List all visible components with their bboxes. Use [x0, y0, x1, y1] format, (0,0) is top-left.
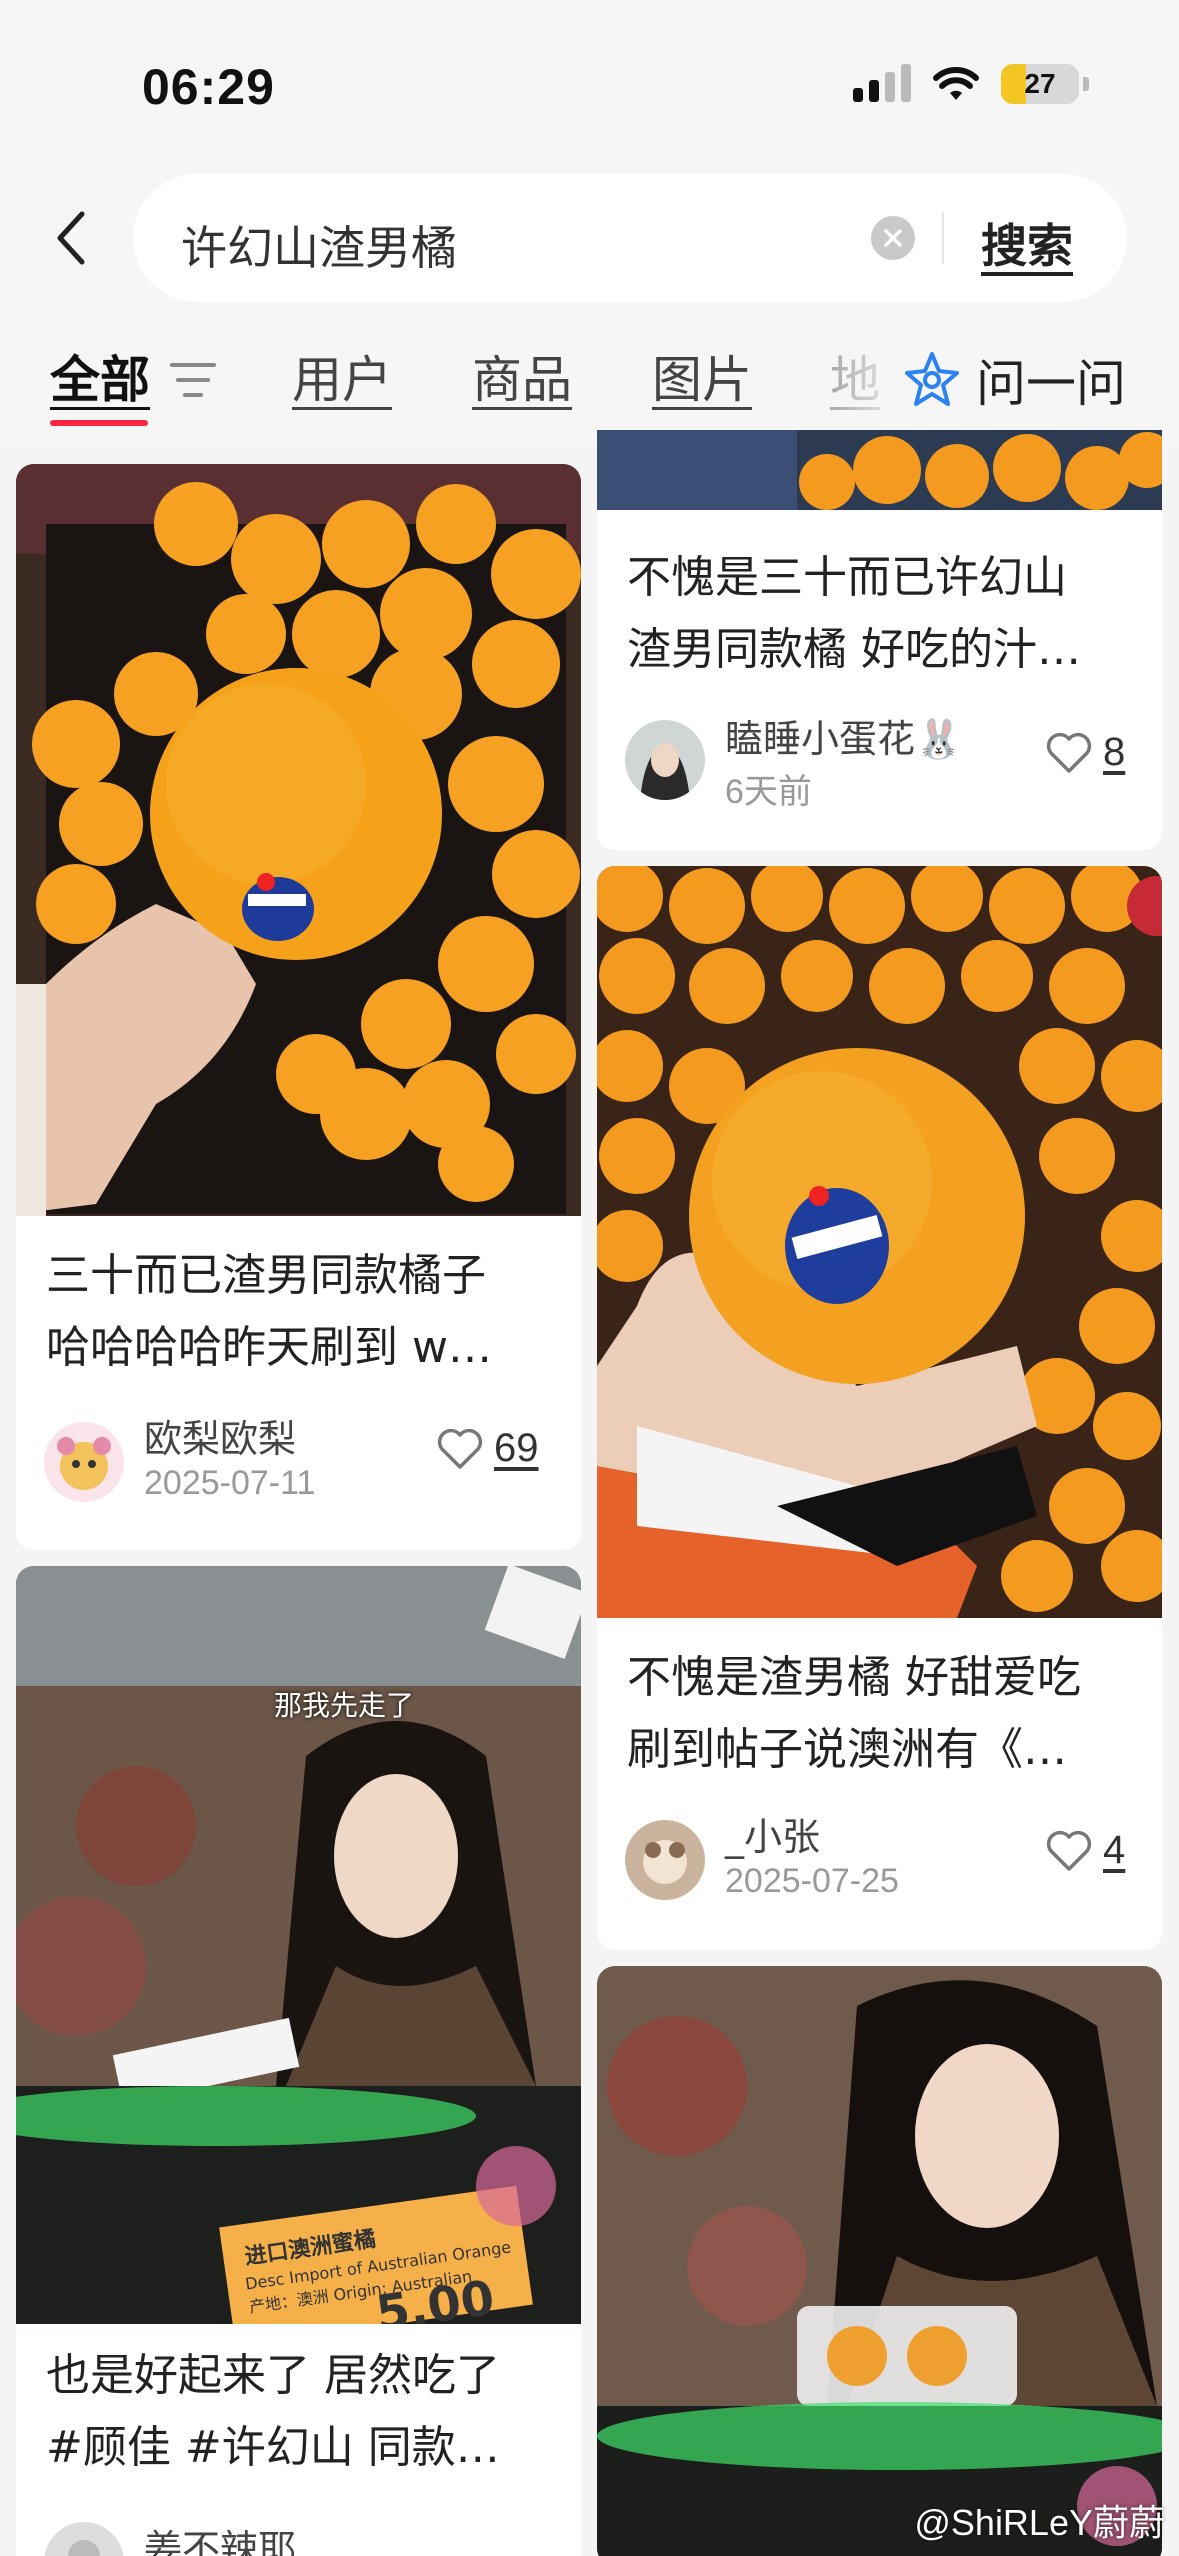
back-button[interactable] [46, 206, 96, 270]
post-date: 2025-07-11 [144, 1464, 316, 1502]
tab-bar: 全部 用户 商品 图片 地 问一问 [0, 340, 1179, 440]
heart-icon [1046, 1830, 1092, 1871]
cellular-signal-icon [853, 64, 911, 102]
search-input[interactable]: 许幻山渣男橘 [181, 212, 457, 278]
status-icons: 27 [853, 64, 1089, 104]
status-time: 06:29 [142, 59, 275, 115]
note-title: 也是好起来了 居然吃了 #顾佳 #许幻山 同款… [46, 2350, 500, 2473]
tab-images[interactable]: 图片 [652, 340, 752, 412]
avatar[interactable] [625, 1820, 705, 1900]
avatar[interactable] [44, 1422, 124, 1502]
note-card[interactable]: 那我先走了 进口澳洲蜜橘 Desc Import of Australian O… [16, 1566, 581, 2556]
search-button[interactable]: 搜索 [981, 210, 1073, 276]
heart-icon [437, 1428, 483, 1469]
note-cover-image [597, 1966, 1162, 2556]
note-cover-image [597, 430, 1162, 510]
note-cover-image [16, 464, 581, 1216]
avatar[interactable] [44, 2522, 124, 2556]
active-tab-indicator [50, 420, 148, 426]
like-button[interactable]: 8 [1045, 730, 1125, 775]
battery-level: 27 [1024, 68, 1056, 99]
tab-users[interactable]: 用户 [292, 340, 392, 412]
like-count: 8 [1103, 730, 1126, 774]
like-count: 69 [494, 1426, 539, 1470]
divider [942, 212, 944, 264]
chevron-left-icon [57, 211, 85, 265]
post-date: 2025-07-25 [725, 1862, 899, 1900]
wifi-icon [933, 67, 979, 100]
clear-search-button[interactable] [871, 216, 915, 260]
search-results-screen: 06:29 27 许幻山渣男橘 搜索 全部 用户 商品 图片 问一问 三十而已渣… [0, 0, 1179, 2556]
tab-products[interactable]: 商品 [472, 340, 572, 412]
note-card[interactable]: 不愧是三十而已许幻山 渣男同款橘 好吃的汁… 瞌睡小蛋花🐰 6天前 8 [597, 430, 1162, 850]
note-card[interactable]: 不愧是渣男橘 好甜爱吃 刷到帖子说澳洲有《… _小张 2025-07-25 4 [597, 866, 1162, 1950]
watermark: @ShiRLeY蔚蔚 [914, 2502, 1165, 2543]
note-title: 不愧是渣男橘 好甜爱吃 刷到帖子说澳洲有《… [627, 1652, 1081, 1775]
author-name[interactable]: _小张 [725, 1806, 820, 1861]
like-button[interactable]: 69 [436, 1426, 539, 1471]
ask-button[interactable]: 问一问 [902, 340, 1126, 420]
battery-icon: 27 [1001, 64, 1079, 104]
note-title: 三十而已渣男同款橘子 哈哈哈哈昨天刷到 w… [46, 1250, 492, 1373]
sparkle-star-icon [905, 352, 959, 406]
author-name[interactable]: 瞌睡小蛋花🐰 [725, 708, 962, 763]
author-name[interactable]: 姜不辣耶 [144, 2518, 296, 2556]
note-cover-image [597, 866, 1162, 1618]
filter-icon[interactable] [170, 360, 216, 400]
search-bar[interactable]: 许幻山渣男橘 搜索 [133, 174, 1127, 302]
like-button[interactable]: 4 [1045, 1828, 1125, 1873]
header: 06:29 27 许幻山渣男橘 搜索 全部 用户 商品 图片 问一问 [0, 0, 1179, 446]
note-cover-image: 那我先走了 进口澳洲蜜橘 Desc Import of Australian O… [16, 1566, 581, 2324]
close-icon [884, 229, 902, 247]
tab-all[interactable]: 全部 [50, 340, 150, 412]
avatar[interactable] [625, 720, 705, 800]
heart-icon [1046, 732, 1092, 773]
note-card[interactable]: 三十而已渣男同款橘子 哈哈哈哈昨天刷到 w… 欧梨欧梨 2025-07-11 6… [16, 464, 581, 1550]
note-card[interactable] [597, 1966, 1162, 2556]
video-caption: 那我先走了 [274, 1689, 415, 1722]
like-count: 4 [1103, 1828, 1126, 1872]
author-name[interactable]: 欧梨欧梨 [144, 1408, 296, 1463]
ask-label: 问一问 [976, 355, 1126, 413]
post-date: 6天前 [725, 773, 812, 811]
note-title: 不愧是三十而已许幻山 渣男同款橘 好吃的汁… [627, 552, 1081, 675]
